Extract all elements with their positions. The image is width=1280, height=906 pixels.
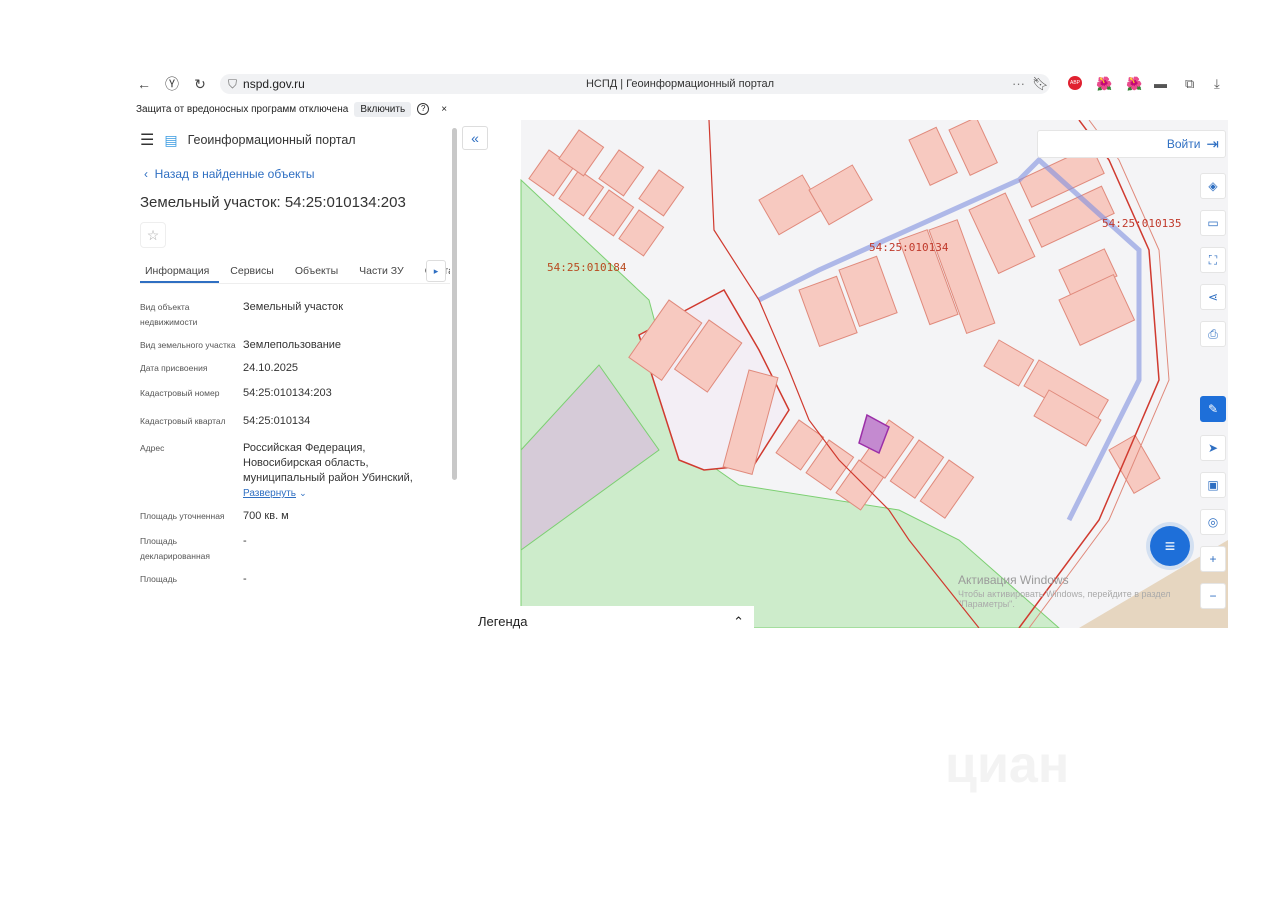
expand-link[interactable]: Развернуть [243, 488, 296, 499]
attribute-label: Вид объекта недвижимости [140, 302, 198, 327]
attribute-value: 24.10.2025 [243, 362, 299, 374]
warning-text: Защита от вредоносных программ отключена [136, 103, 349, 115]
attribute-value: - [243, 535, 247, 547]
yandex-icon[interactable]: Ⓨ [158, 74, 186, 94]
chevron-down-icon: ⌄ [299, 488, 307, 498]
login-button[interactable]: Войти ⇥ [1037, 130, 1226, 158]
adblock-icon[interactable]: ABP [1068, 76, 1082, 90]
attribute-value: Землепользование [243, 339, 342, 351]
attribute-value: - [243, 573, 247, 585]
legend-toggle[interactable]: Легенда ⌃ [468, 606, 754, 629]
windows-watermark-title: Активация Windows [958, 573, 1069, 587]
attribute-label: Дата присвоения [140, 363, 208, 373]
attribute-label: Площадь декларированная [140, 536, 210, 561]
attribute-label: Кадастровый номер [140, 388, 220, 398]
attribute-row: Площадь уточненная 700 кв. м [140, 509, 445, 524]
security-warning-bar: Защита от вредоносных программ отключена… [136, 101, 447, 117]
zoom-out-icon[interactable]: − [1200, 583, 1226, 609]
collapse-panel-button[interactable]: « [462, 126, 488, 150]
tab-parts[interactable]: Части ЗУ [354, 260, 414, 283]
map-layer: 54:25:010184 54:25:010134 54:25:010135 [459, 120, 1228, 628]
back-link[interactable]: ‹ Назад в найденные объекты [144, 167, 315, 181]
locate-icon[interactable]: ➤ [1200, 435, 1226, 461]
quarter-label: 54:25:010135 [1102, 217, 1181, 230]
attribute-row: Кадастровый квартал 54:25:010134 [140, 414, 445, 429]
url-text: nspd.gov.ru [243, 77, 305, 91]
draw-icon[interactable]: ✎ [1200, 396, 1226, 422]
login-label: Войти [1166, 137, 1201, 151]
enable-button[interactable]: Включить [354, 101, 412, 117]
favorite-star-icon[interactable]: ☆ [140, 222, 166, 248]
address-bar[interactable]: ⛉ nspd.gov.ru [220, 74, 1050, 94]
browser-toolbar: ← Ⓨ ↻ ⛉ nspd.gov.ru НСПД | Геоинформацион… [130, 72, 1230, 96]
zoom-in-icon[interactable]: + [1200, 546, 1226, 572]
info-panel: ☰ ▤ Геоинформационный портал ‹ Назад в н… [130, 120, 460, 628]
object-title: Земельный участок: 54:25:010134:203 [140, 194, 406, 211]
tabs-next-button[interactable]: ▸ [426, 260, 446, 282]
help-icon[interactable]: ? [417, 103, 430, 115]
menu-icon[interactable]: ☰ [140, 130, 154, 150]
app-header: ☰ ▤ Геоинформационный портал [140, 130, 356, 150]
login-icon: ⇥ [1206, 136, 1219, 153]
reload-icon[interactable]: ↻ [186, 76, 214, 93]
attribute-row: Вид объекта недвижимости Земельный участо… [140, 300, 445, 330]
cian-watermark: циан [945, 736, 1070, 794]
attribute-value: Земельный участок [243, 301, 344, 313]
attribute-row: Площадь декларированная - [140, 534, 445, 564]
legend-label: Легенда [478, 614, 528, 629]
bookmark-icon[interactable]: 🔖︎ [1032, 76, 1049, 92]
ruler-icon[interactable]: ▭ [1200, 210, 1226, 236]
extension-icon[interactable]: ▬ [1154, 76, 1167, 91]
attribute-value: 54:25:010134:203 [243, 387, 332, 399]
extension-icon[interactable]: 🌺 [1126, 76, 1142, 92]
quarter-label: 54:25:010184 [547, 261, 627, 274]
tabs: Информация Сервисы Объекты Части ЗУ Сост… [140, 260, 450, 284]
layers-icon[interactable]: ◈ [1200, 173, 1226, 199]
back-link-label: Назад в найденные объекты [154, 167, 315, 181]
attribute-value: 54:25:010134 [243, 415, 311, 427]
attribute-value: Российская Федерация, Новосибирская обла… [243, 442, 413, 484]
shield-icon: ⛉ [228, 76, 238, 91]
more-icon[interactable]: ··· [1012, 76, 1025, 91]
attribute-row: Дата присвоения 24.10.2025 [140, 361, 445, 376]
attribute-row: Площадь - [140, 572, 445, 587]
attribute-row: Кадастровый номер 54:25:010134:203 [140, 386, 445, 401]
attribute-label: Адрес [140, 443, 165, 453]
download-icon[interactable]: ⤓ [1214, 76, 1220, 92]
map-canvas[interactable]: 54:25:010184 54:25:010134 54:25:010135 [459, 120, 1228, 628]
extensions-icon[interactable]: ⧉ [1185, 76, 1194, 92]
print-icon[interactable]: ⎙ [1200, 321, 1226, 347]
chevron-left-icon: ‹ [144, 167, 155, 181]
tab-services[interactable]: Сервисы [225, 260, 284, 283]
attribute-label: Кадастровый квартал [140, 416, 226, 426]
select-area-icon[interactable]: ⛶ [1200, 247, 1226, 273]
attribute-row: Адрес Российская Федерация, Новосибирская… [140, 441, 445, 501]
minimap-icon[interactable]: ▣ [1200, 472, 1226, 498]
panel-scrollbar[interactable] [452, 128, 457, 480]
attribute-label: Площадь уточненная [140, 511, 225, 521]
close-icon[interactable]: × [441, 104, 447, 115]
geolocation-icon[interactable]: ◎ [1200, 509, 1226, 535]
attribute-value: 700 кв. м [243, 510, 289, 522]
extension-icon[interactable]: 🌺 [1096, 76, 1112, 92]
share-icon[interactable]: ⋖ [1200, 284, 1226, 310]
quarter-label: 54:25:010134 [869, 241, 949, 254]
chat-icon[interactable]: ≡ [1150, 526, 1190, 566]
windows-watermark-text: Чтобы активировать Windows, перейдите в … [958, 589, 1171, 609]
tab-info[interactable]: Информация [140, 260, 220, 283]
app-title: Геоинформационный портал [187, 133, 356, 147]
tab-objects[interactable]: Объекты [290, 260, 348, 283]
logo-icon: ▤ [164, 131, 178, 148]
attribute-label: Площадь [140, 574, 178, 584]
chevron-updown-icon: ⌃ [733, 614, 744, 629]
attributes-list: Вид объекта недвижимости Земельный участо… [140, 300, 445, 595]
attribute-row: Вид земельного участка Землепользование [140, 338, 445, 353]
back-arrow-icon[interactable]: ← [130, 76, 158, 92]
attribute-label: Вид земельного участка [140, 340, 236, 350]
